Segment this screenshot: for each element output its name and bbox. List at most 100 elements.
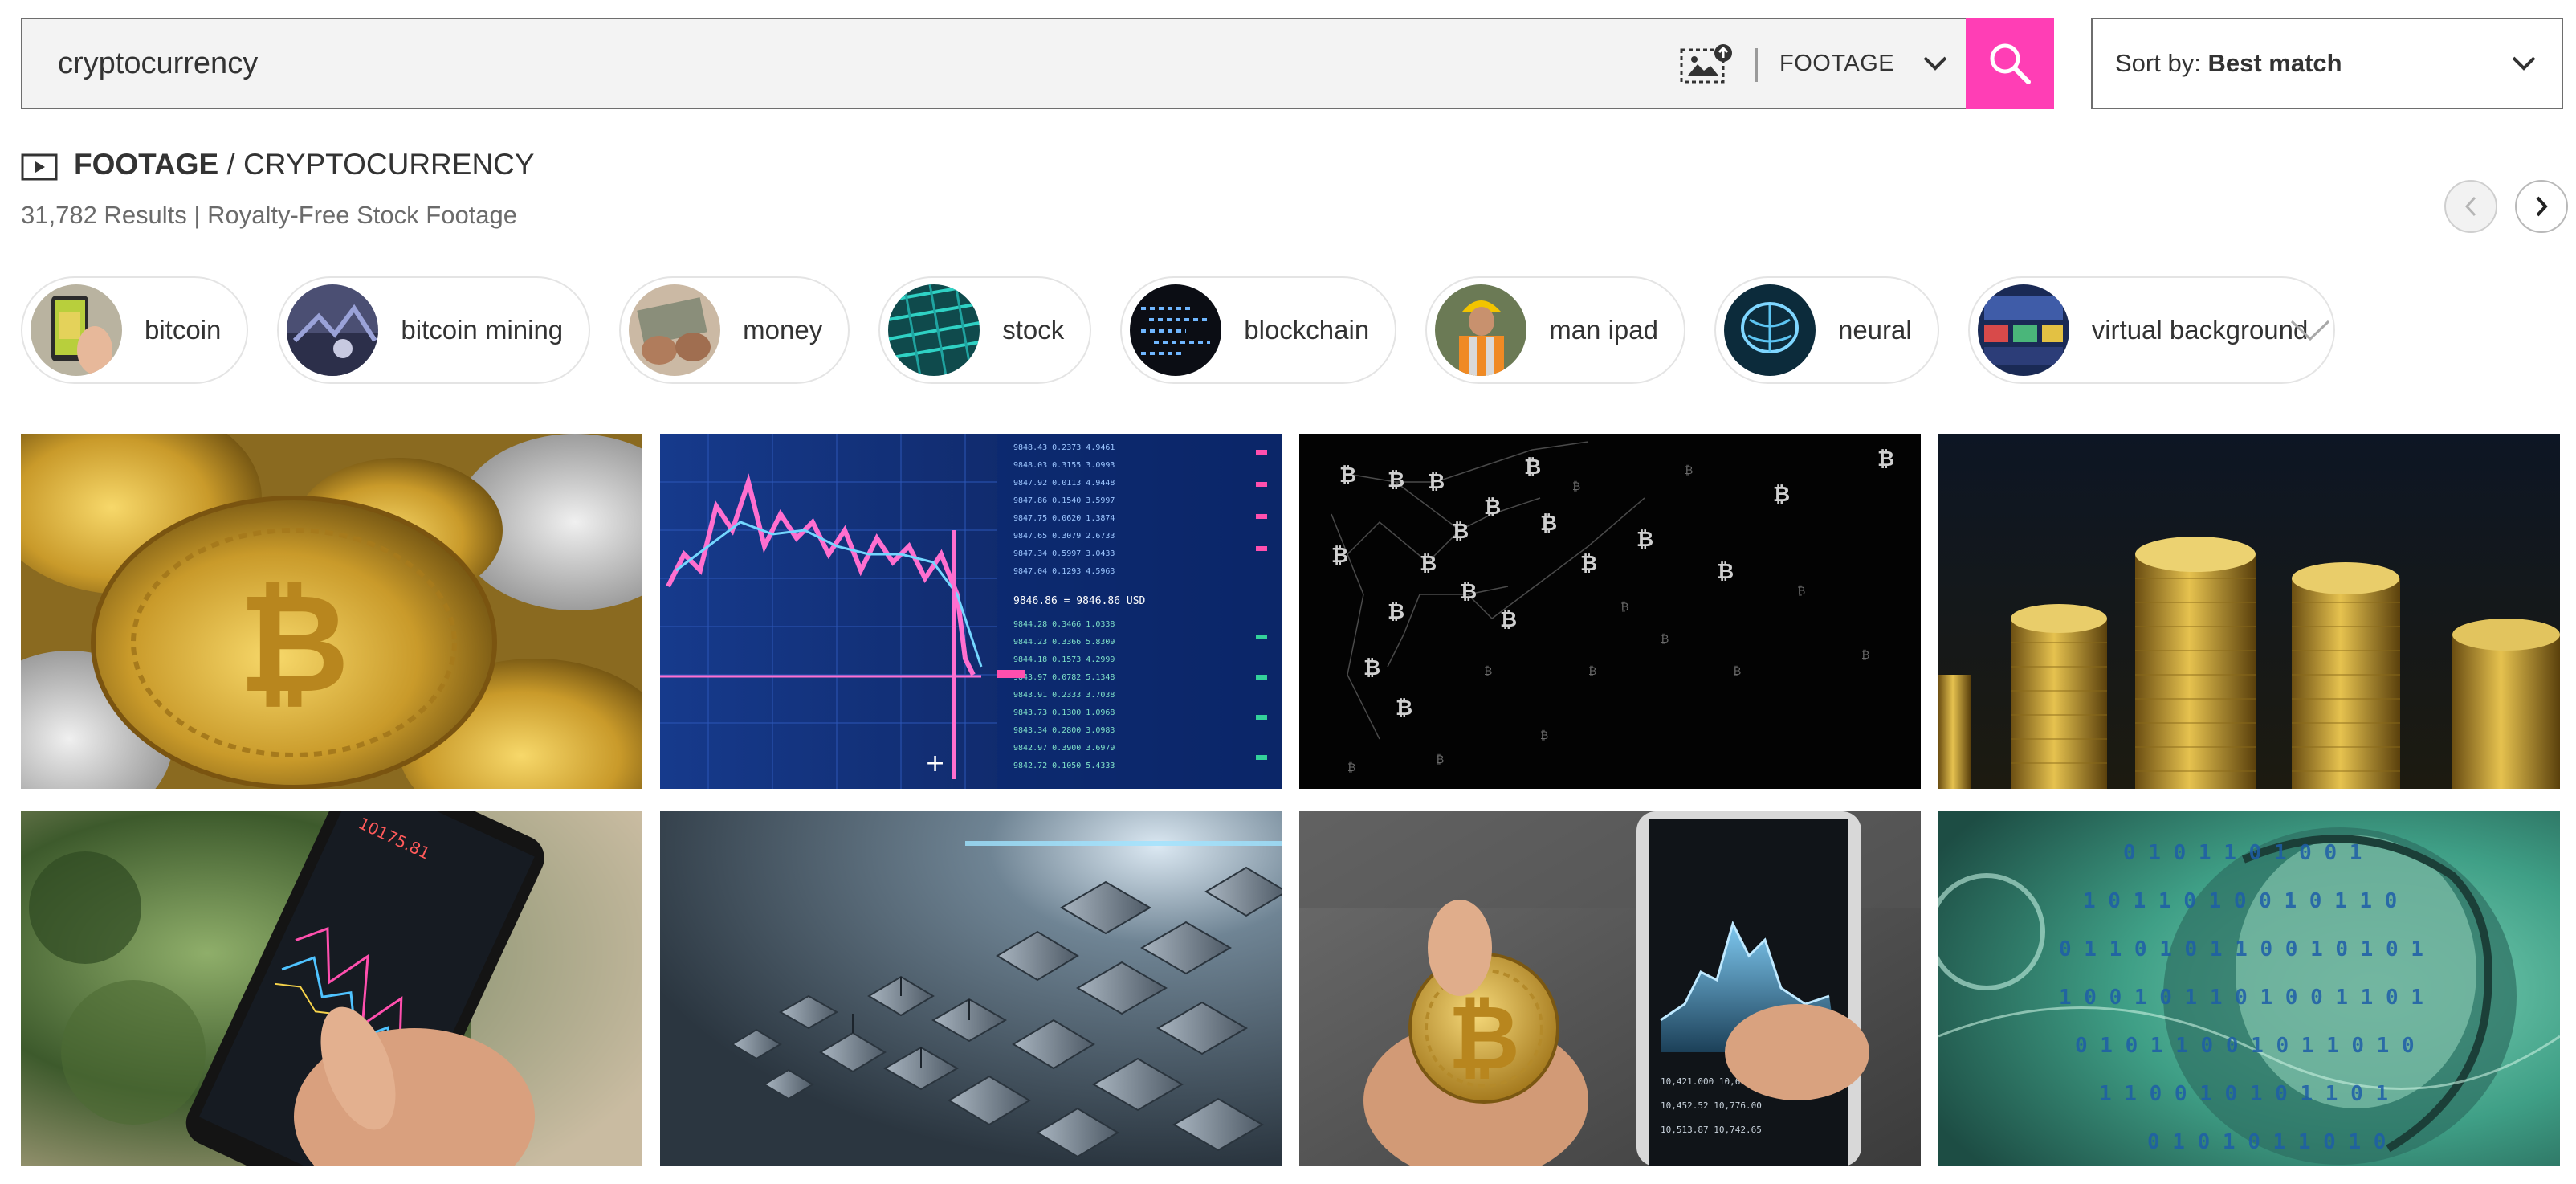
svg-text:₿: ₿ (1448, 986, 1520, 1089)
svg-text:₿: ₿ (1500, 608, 1517, 632)
svg-text:₿: ₿ (1420, 552, 1437, 576)
svg-text:0 1 1 0 1 0 1 1 0 0 1 0 1 0 1: 0 1 1 0 1 0 1 1 0 0 1 0 1 0 1 (2059, 937, 2423, 961)
svg-text:₿: ₿ (1877, 447, 1894, 472)
search-input[interactable] (58, 19, 1632, 108)
svg-text:₿: ₿ (1861, 649, 1869, 662)
breadcrumb-separator: / (218, 148, 244, 181)
related-chip-man-ipad[interactable]: man ipad (1425, 276, 1685, 384)
related-chip-virtual-background[interactable]: virtual background (1967, 276, 2336, 384)
svg-text:₿: ₿ (1339, 463, 1356, 488)
chip-thumbnail (1130, 284, 1222, 376)
svg-text:₿: ₿ (1572, 480, 1580, 493)
svg-text:9848.43 0.2373 4.9461: 9848.43 0.2373 4.9461 (1013, 443, 1115, 452)
svg-text:₿: ₿ (1580, 552, 1597, 576)
sort-prefix: Sort by: (2115, 49, 2201, 77)
svg-text:₿: ₿ (1396, 696, 1412, 721)
svg-text:9847.65 0.3079 2.6733: 9847.65 0.3079 2.6733 (1013, 532, 1115, 541)
results-grid: ₿ + 9848.43 0.2373 4.9461 9848.03 0.3155… (21, 434, 2560, 1166)
chip-label: blockchain (1244, 315, 1370, 345)
search-divider (1755, 48, 1758, 82)
chip-label: stock (1002, 315, 1065, 345)
result-thumbnail[interactable] (660, 811, 1282, 1166)
prev-page-button[interactable] (2444, 180, 2497, 233)
svg-text:9847.75 0.0620 1.3874: 9847.75 0.0620 1.3874 (1013, 514, 1115, 523)
svg-text:1 1 0 0 1 0 1 0 1 1 0 1: 1 1 0 0 1 0 1 0 1 1 0 1 (2099, 1082, 2388, 1106)
svg-text:1 0 0 1 0 1 1 0 1 0 0 1 1 0 1: 1 0 0 1 0 1 1 0 1 0 0 1 1 0 1 (2059, 986, 2423, 1010)
svg-text:₿: ₿ (1540, 729, 1548, 742)
chip-thumbnail (1977, 284, 2069, 376)
svg-text:₿: ₿ (1733, 665, 1741, 678)
result-thumbnail[interactable]: 10175.81 (21, 811, 642, 1166)
breadcrumb-current: CRYPTOCURRENCY (243, 148, 535, 181)
related-chip-bitcoin[interactable]: bitcoin (21, 276, 249, 384)
svg-text:9844.18 0.1573 4.2999: 9844.18 0.1573 4.2999 (1013, 655, 1115, 664)
result-thumbnail[interactable]: + 9848.43 0.2373 4.9461 9848.03 0.3155 3… (660, 434, 1282, 789)
svg-text:0 1 0 1 0 1 1 0 1 0: 0 1 0 1 0 1 1 0 1 0 (2147, 1130, 2386, 1154)
svg-text:₿: ₿ (1636, 528, 1653, 552)
result-thumbnail[interactable]: 0 1 0 1 1 0 1 0 0 1 1 0 1 1 0 1 0 0 1 0 … (1938, 811, 2560, 1166)
svg-text:9844.23 0.3366 5.8309: 9844.23 0.3366 5.8309 (1013, 638, 1115, 647)
chip-label: man ipad (1549, 315, 1658, 345)
svg-text:1 0 1 1 0 1 0 0 1 0 1 1 0: 1 0 1 1 0 1 0 0 1 0 1 1 0 (2083, 889, 2397, 913)
related-chip-bitcoin-mining[interactable]: bitcoin mining (277, 276, 591, 384)
svg-text:₿: ₿ (1484, 665, 1492, 678)
breadcrumb-root[interactable]: FOOTAGE (74, 148, 218, 181)
chip-label: money (743, 315, 823, 345)
chip-thumbnail (31, 284, 122, 376)
related-chip-stock[interactable]: stock (878, 276, 1092, 384)
svg-text:9843.97 0.0782 5.1348: 9843.97 0.0782 5.1348 (1013, 673, 1115, 682)
result-thumbnail[interactable]: ₿ ₿ ₿ ₿ ₿ ₿ ₿ ₿ ₿ ₿ ₿ ₿ ₿ ₿ ₿ ₿ ₿ ₿ ₿ ₿ ₿ ₿ ₿ ₿ ₿ ₿ ₿ ₿ ₿ ₿ ₿ (1299, 434, 1921, 789)
chevron-right-icon (2536, 196, 2548, 217)
svg-text:+: + (925, 749, 945, 778)
result-thumbnail[interactable] (1938, 434, 2560, 789)
svg-text:₿: ₿ (1452, 520, 1469, 544)
next-page-button[interactable] (2515, 180, 2568, 233)
chip-thumbnail (888, 284, 980, 376)
svg-text:₿: ₿ (1388, 600, 1404, 624)
svg-text:₿: ₿ (1460, 580, 1477, 604)
breadcrumb: FOOTAGE / CRYPTOCURRENCY (74, 148, 535, 182)
svg-text:0 1 0 1 1 0 1 0 0 1: 0 1 0 1 1 0 1 0 0 1 (2123, 841, 2362, 865)
svg-text:₿: ₿ (1331, 544, 1348, 568)
svg-text:₿: ₿ (1588, 665, 1596, 678)
svg-text:9842.72 0.1050 5.4333: 9842.72 0.1050 5.4333 (1013, 761, 1115, 770)
related-chip-blockchain[interactable]: blockchain (1120, 276, 1397, 384)
image-upload-icon[interactable] (1678, 43, 1734, 87)
svg-text:₿: ₿ (1773, 483, 1790, 507)
media-type-select[interactable]: FOOTAGE (1779, 19, 1949, 108)
chevron-down-icon (1923, 56, 1947, 71)
related-chip-neural[interactable]: neural (1714, 276, 1939, 384)
related-searches: bitcoin bitcoin mining money stock block… (21, 276, 2336, 384)
svg-text:₿: ₿ (1363, 656, 1380, 680)
svg-text:9843.73 0.1300 1.0968: 9843.73 0.1300 1.0968 (1013, 708, 1115, 717)
svg-text:₿: ₿ (1620, 601, 1628, 614)
chevron-left-icon (2464, 196, 2476, 217)
svg-text:10,452.52 10,776.00: 10,452.52 10,776.00 (1661, 1100, 1762, 1111)
chip-label: bitcoin (145, 315, 222, 345)
svg-text:₿: ₿ (1524, 455, 1541, 480)
chip-label: virtual background (2091, 315, 2309, 345)
chevron-down-icon[interactable] (2289, 316, 2332, 344)
related-chip-money[interactable]: money (619, 276, 850, 384)
chart-readout: 9846.86 = 9846.86 USD (1013, 595, 1146, 607)
svg-text:9847.86 0.1540 3.5997: 9847.86 0.1540 3.5997 (1013, 496, 1115, 505)
svg-text:9844.28 0.3466 1.0338: 9844.28 0.3466 1.0338 (1013, 620, 1115, 629)
sort-value: Best match (2207, 49, 2342, 77)
sort-select[interactable]: Sort by: Best match (2091, 18, 2563, 109)
chip-thumbnail (1435, 284, 1527, 376)
search-button[interactable] (1966, 18, 2054, 109)
result-thumbnail[interactable]: ₿ (21, 434, 642, 789)
magnifier-icon (1990, 43, 2031, 84)
svg-text:₿: ₿ (1540, 512, 1557, 536)
svg-text:9843.34 0.2800 3.0983: 9843.34 0.2800 3.0983 (1013, 726, 1115, 735)
svg-text:₿: ₿ (1428, 470, 1445, 494)
video-play-icon (21, 153, 58, 181)
svg-text:9847.92 0.0113 4.9448: 9847.92 0.0113 4.9448 (1013, 479, 1115, 488)
chip-thumbnail (629, 284, 721, 376)
svg-text:₿: ₿ (1717, 560, 1734, 584)
result-thumbnail[interactable]: 10,421.000 10,656.10 10,452.52 10,776.00 1… (1299, 811, 1921, 1166)
svg-text:10,513.87 10,742.65: 10,513.87 10,742.65 (1661, 1125, 1762, 1135)
svg-text:₿: ₿ (1347, 761, 1355, 774)
svg-text:9847.04 0.1293 4.5963: 9847.04 0.1293 4.5963 (1013, 567, 1115, 576)
chip-thumbnail (287, 284, 379, 376)
